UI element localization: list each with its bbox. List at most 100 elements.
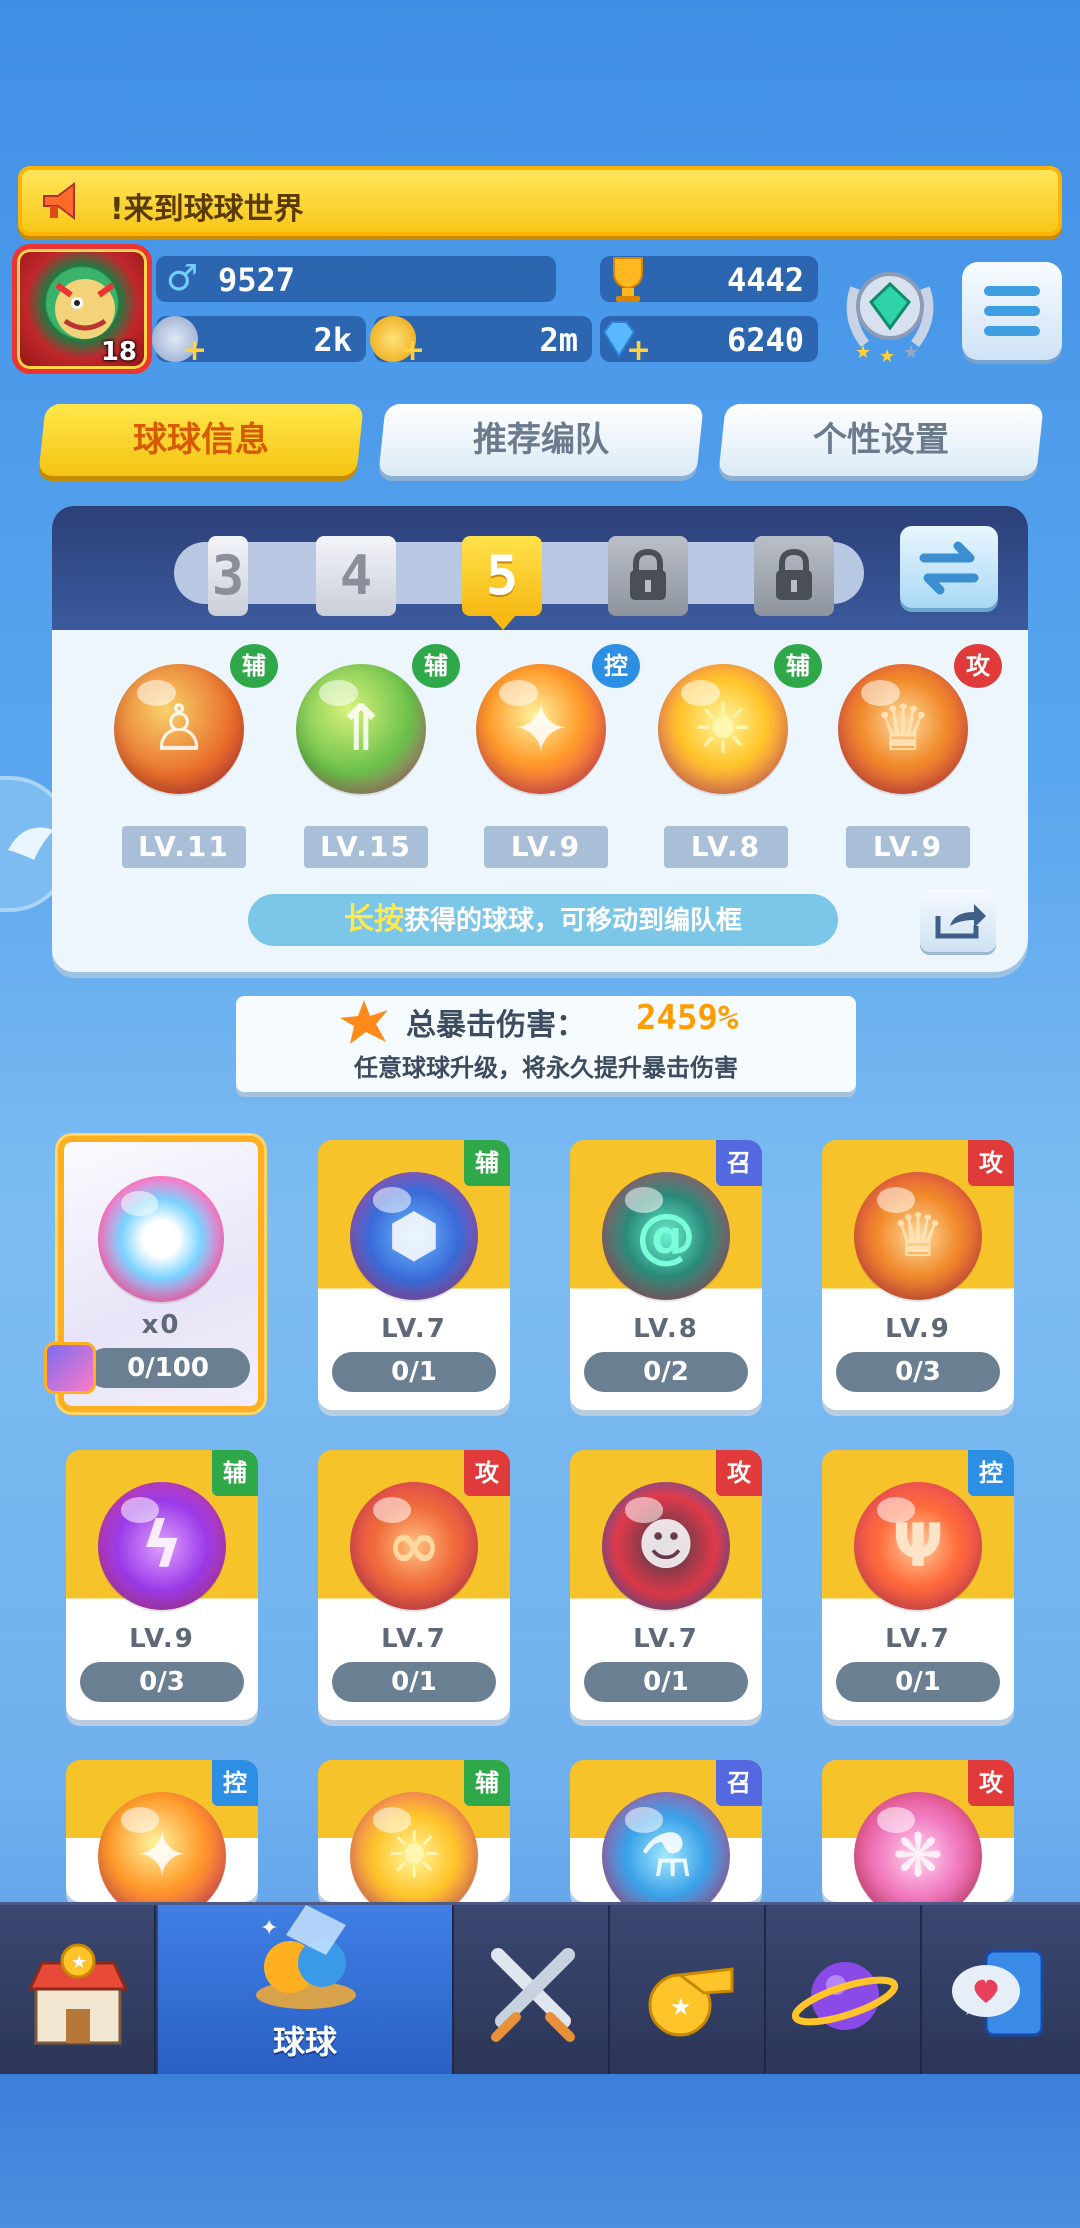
star-burst-icon: ✦ [511,688,571,770]
ball-card-12[interactable]: ❋ 攻 [822,1760,1014,1902]
lock-icon [630,548,666,600]
nav-battle[interactable] [456,1905,610,2077]
tab-ball-info[interactable]: 球球信息 [38,404,364,476]
ball-card-9-tag: 控 [212,1760,258,1806]
coins-value: 2m [539,321,578,359]
ball-card-1-count: 0/100 [86,1348,250,1388]
team-slot-locked-2[interactable] [754,536,834,616]
ball-card-2[interactable]: ⬢ 辅 LV.7 0/1 [318,1140,510,1410]
male-value: 9527 [218,261,296,299]
ball-card-10[interactable]: ☀ 辅 [318,1760,510,1902]
team-ball-3-tag: 控 [592,644,640,688]
ball-card-6-count: 0/1 [332,1662,496,1702]
rank-badge-icon[interactable]: ★ ★ ★ [835,258,945,368]
team-ball-3-level: LV.9 [484,826,608,868]
balls-tab-icon: ✦ [256,1905,356,2009]
infinity-ball-icon: ∞ [350,1482,478,1610]
ball-card-5[interactable]: ϟ 辅 LV.9 0/3 [66,1450,258,1720]
bottom-background [0,2074,1080,2228]
add-stars-icon[interactable]: + [182,336,207,366]
add-gems-icon[interactable]: + [626,336,651,366]
team-slot-locked-1[interactable] [608,536,688,616]
player-avatar[interactable]: 18 [12,244,152,374]
hamburger-line [984,306,1040,316]
active-slot-pointer [489,614,517,630]
trophy-value: 4442 [726,261,804,299]
ghost-figure-icon: ♙ [150,692,208,766]
crit-burst-icon [340,1000,388,1044]
ball-card-7-count: 0/1 [584,1662,748,1702]
team-ball-5-tag: 攻 [954,644,1002,688]
ball-card-3-tag: 召 [716,1140,762,1186]
gems-stat-bar[interactable]: + 6240 [600,316,818,366]
star-burst-ball-icon: ✦ [98,1792,226,1902]
ball-card-4-tag: 攻 [968,1140,1014,1186]
share-button[interactable] [920,890,996,952]
ball-card-3[interactable]: @ 召 LV.8 0/2 [570,1140,762,1410]
nav-social[interactable] [924,1905,1080,2077]
team-ball-5[interactable]: ♛ [838,664,968,794]
sun-icon: ☀ [691,688,755,770]
team-ball-3[interactable]: ✦ [476,664,606,794]
nav-balls[interactable]: ✦ 球球 [158,1905,454,2077]
ball-card-11[interactable]: ⚗ 召 [570,1760,762,1902]
nav-whistle[interactable]: ★ [612,1905,766,2077]
ball-card-4[interactable]: ♛ 攻 LV.9 0/3 [822,1140,1014,1410]
ball-card-6[interactable]: ∞ 攻 LV.7 0/1 [318,1450,510,1720]
team-ball-1-level: LV.11 [122,826,246,868]
team-ball-1-tag: 辅 [230,644,278,688]
ball-card-4-count: 0/3 [836,1352,1000,1392]
ball-card-8[interactable]: Ψ 控 LV.7 0/1 [822,1450,1014,1720]
planet-icon [791,1962,899,2030]
crossed-swords-icon [491,1948,575,2042]
svg-text:★: ★ [879,346,895,367]
ball-card-8-count: 0/1 [836,1662,1000,1702]
gems-value: 6240 [726,321,804,359]
stars-value: 2k [313,321,352,359]
megaphone-icon [43,182,75,220]
tab-recommended-team[interactable]: 推荐编队 [378,404,704,476]
trophy-icon [613,257,643,302]
announcement-marquee[interactable]: !来到球球世界 [18,166,1062,236]
total-crit-damage-box: 总暴击伤害： 2459% 任意球球升级，将永久提升暴击伤害 [236,996,856,1092]
chat-heart-icon [952,1949,1044,2037]
tab-personal-settings[interactable]: 个性设置 [718,404,1044,476]
hexagon-ball-icon: ⬢ [350,1172,478,1300]
team-ball-4-tag: 辅 [774,644,822,688]
ball-card-7[interactable]: ☻ 攻 LV.7 0/1 [570,1450,762,1720]
team-slot-3[interactable]: 3 [208,536,248,616]
trophy-stat-bar: 4442 [600,256,818,302]
crit-description: 任意球球升级，将永久提升暴击伤害 [354,1054,738,1082]
stars-stat-bar[interactable]: + 2k [152,316,366,366]
nav-shop[interactable]: ★ [0,1905,156,2077]
nav-planet[interactable] [768,1905,922,2077]
crit-value: 2459% [636,998,739,1038]
fire-wings-ball-icon: Ψ [854,1482,982,1610]
ball-card-6-tag: 攻 [464,1450,510,1496]
shop-icon: ★ [27,1943,129,2045]
team-slot-5[interactable]: 5 [462,536,542,616]
coins-stat-bar[interactable]: + 2m [370,316,592,366]
ball-card-10-tag: 辅 [464,1760,510,1806]
team-ball-4-level: LV.8 [664,826,788,868]
team-ball-2[interactable]: ⇑ [296,664,426,794]
team-slot-header: 3 4 5 [52,506,1028,630]
crit-label: 总暴击伤害： [406,1008,586,1043]
announcement-text: !来到球球世界 [110,192,304,227]
menu-button[interactable] [962,262,1062,360]
player-level: 18 [100,337,137,367]
add-coins-icon[interactable]: + [400,336,425,366]
ball-card-3-level: LV.8 [633,1314,699,1344]
swap-team-button[interactable] [900,526,998,608]
team-ball-1[interactable]: ♙ [114,664,244,794]
male-icon: ♂ [165,258,199,299]
lightning-ball-icon: ϟ [98,1482,226,1610]
team-slot-4[interactable]: 4 [316,536,396,616]
ball-card-1-level: x0 [141,1310,181,1340]
ball-card-11-tag: 召 [716,1760,762,1806]
ball-card-9[interactable]: ✦ 控 [66,1760,258,1902]
ball-card-2-level: LV.7 [381,1314,447,1344]
team-panel: 3 4 5 ♙ 辅 LV.11 ⇑ 辅 LV.15 ✦ 控 LV.9 ☀ 辅 L… [52,506,1028,972]
crystal-ball-icon: ❋ [854,1792,982,1902]
team-ball-4[interactable]: ☀ [658,664,788,794]
